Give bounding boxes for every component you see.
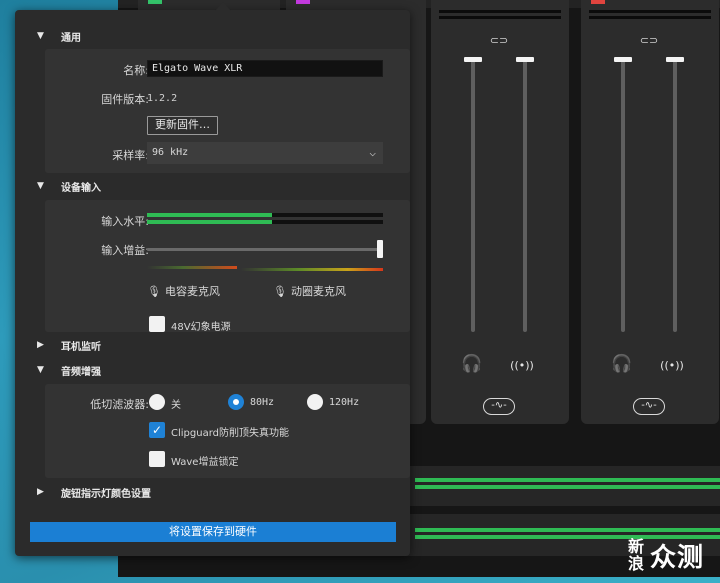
mic-icon: 🎙: [273, 284, 287, 298]
expand-arrow-icon: ▼: [37, 31, 44, 41]
input-level-label: 输入水平:: [101, 215, 149, 228]
channel-meter: [439, 16, 561, 19]
sample-rate-label: 采样率:: [112, 149, 149, 162]
input-level-meter-bottom: [147, 220, 383, 224]
stream-icon[interactable]: ((•)): [659, 354, 685, 378]
update-firmware-button[interactable]: 更新固件…: [147, 116, 218, 135]
gain-lock-checkbox[interactable]: [149, 451, 165, 467]
sample-rate-value: 96 kHz: [152, 147, 189, 158]
section-general-header[interactable]: ▼ 通用: [37, 29, 81, 44]
phantom-power-checkbox[interactable]: [149, 316, 165, 332]
input-level-meter-top: [147, 213, 383, 217]
expand-arrow-icon: ▼: [37, 181, 44, 191]
channel-color-tab: [148, 0, 162, 4]
phantom-power-label: 48V幻象电源: [171, 322, 231, 333]
condenser-mic-text: 电容麦克风: [164, 285, 220, 298]
lowcut-80hz-radio[interactable]: [228, 394, 244, 410]
wave-button[interactable]: -∿-: [633, 398, 665, 415]
section-device-input-header[interactable]: ▼ 设备输入: [37, 179, 101, 194]
channel-meter: [589, 16, 711, 19]
lowcut-120hz-label: 120Hz: [329, 397, 360, 408]
watermark-big: 众测: [650, 542, 705, 573]
lowcut-off-label: 关: [171, 400, 181, 411]
watermark-small: 新浪: [628, 537, 645, 573]
output-meter-fill: [415, 478, 720, 482]
collapse-arrow-icon: ▶: [37, 340, 44, 350]
output-meter-fill: [415, 485, 720, 489]
output-meter-fill: [415, 528, 720, 532]
fader-knob[interactable]: [464, 57, 482, 62]
mixer-channel-4: ⊂⊃ 🎧 ((•)) -∿-: [581, 0, 719, 424]
headphone-icon[interactable]: 🎧: [609, 354, 635, 378]
name-field[interactable]: Elgato Wave XLR: [147, 60, 383, 77]
channel-meter: [589, 10, 711, 13]
channel-color-tab: [591, 0, 605, 4]
sample-rate-select[interactable]: 96 kHz ⌵: [147, 142, 383, 164]
general-section-box: 名称: Elgato Wave XLR 固件版本: 1.2.2 更新固件… 采样…: [45, 49, 410, 173]
section-headphone-label: 耳机监听: [61, 341, 101, 353]
fader-track: [673, 60, 677, 332]
condenser-gain-range: [147, 266, 237, 269]
fader-track: [471, 60, 475, 332]
input-level-fill: [147, 220, 273, 224]
settings-panel: ▼ 通用 名称: Elgato Wave XLR 固件版本: 1.2.2 更新固…: [15, 2, 410, 556]
clipguard-label: Clipguard防削顶失真功能: [171, 428, 289, 439]
input-gain-slider-thumb[interactable]: [377, 240, 383, 258]
wave-button[interactable]: -∿-: [483, 398, 515, 415]
dynamic-mic-text: 动圈麦克风: [290, 285, 346, 298]
section-knob-color-label: 旋钮指示灯颜色设置: [61, 488, 151, 500]
dynamic-mic-label: 🎙 动圈麦克风: [273, 283, 346, 299]
input-gain-label: 输入增益:: [101, 244, 149, 257]
section-general-label: 通用: [61, 32, 81, 44]
lowcut-off-radio[interactable]: [149, 394, 165, 410]
lowcut-80hz-label: 80Hz: [250, 397, 275, 408]
section-audio-enhance-header[interactable]: ▼ 音频增强: [37, 363, 101, 378]
firmware-version: 1.2.2: [147, 93, 178, 104]
channel-color-tab: [296, 0, 310, 4]
link-icon[interactable]: ⊂⊃: [489, 34, 509, 48]
link-icon[interactable]: ⊂⊃: [639, 34, 659, 48]
fader-knob[interactable]: [614, 57, 632, 62]
name-label: 名称:: [123, 64, 149, 77]
expand-arrow-icon: ▼: [37, 365, 44, 375]
mic-icon: 🎙: [147, 284, 161, 298]
panel-pointer: [215, 2, 231, 11]
section-device-input-label: 设备输入: [61, 182, 101, 194]
section-knob-color-header[interactable]: ▶ 旋钮指示灯颜色设置: [37, 485, 151, 500]
firmware-label: 固件版本:: [101, 93, 149, 106]
section-audio-enhance-label: 音频增强: [61, 366, 101, 378]
mixer-channel-3: ⊂⊃ 🎧 ((•)) -∿-: [431, 0, 569, 424]
section-headphone-header[interactable]: ▶ 耳机监听: [37, 338, 101, 353]
channel-meter: [439, 10, 561, 13]
lowcut-120hz-radio[interactable]: [307, 394, 323, 410]
gain-lock-label: Wave增益锁定: [171, 457, 239, 468]
fader-knob[interactable]: [516, 57, 534, 62]
save-to-hardware-button[interactable]: 将设置保存到硬件: [30, 522, 396, 542]
input-level-fill: [147, 213, 273, 217]
fader-track: [621, 60, 625, 332]
chevron-down-icon: ⌵: [369, 146, 376, 159]
clipguard-checkbox[interactable]: ✓: [149, 422, 165, 438]
stream-icon[interactable]: ((•)): [509, 354, 535, 378]
device-input-section-box: 输入水平: 输入增益: 🎙 电容麦克风 🎙 动圈麦克风 48V幻象电源: [45, 200, 410, 333]
input-gain-slider-track[interactable]: [147, 248, 383, 251]
dynamic-gain-range: [241, 268, 383, 271]
audio-enhance-section-box: 低切滤波器: 关 80Hz 120Hz ✓ Clipguard防削顶失真功能 W…: [45, 384, 410, 478]
lowcut-label: 低切滤波器:: [90, 398, 149, 411]
fader-knob[interactable]: [666, 57, 684, 62]
collapse-arrow-icon: ▶: [37, 487, 44, 497]
watermark-logo: 新浪 众测: [628, 534, 718, 576]
headphone-icon[interactable]: 🎧: [459, 354, 485, 378]
fader-track: [523, 60, 527, 332]
condenser-mic-label: 🎙 电容麦克风: [147, 283, 220, 299]
